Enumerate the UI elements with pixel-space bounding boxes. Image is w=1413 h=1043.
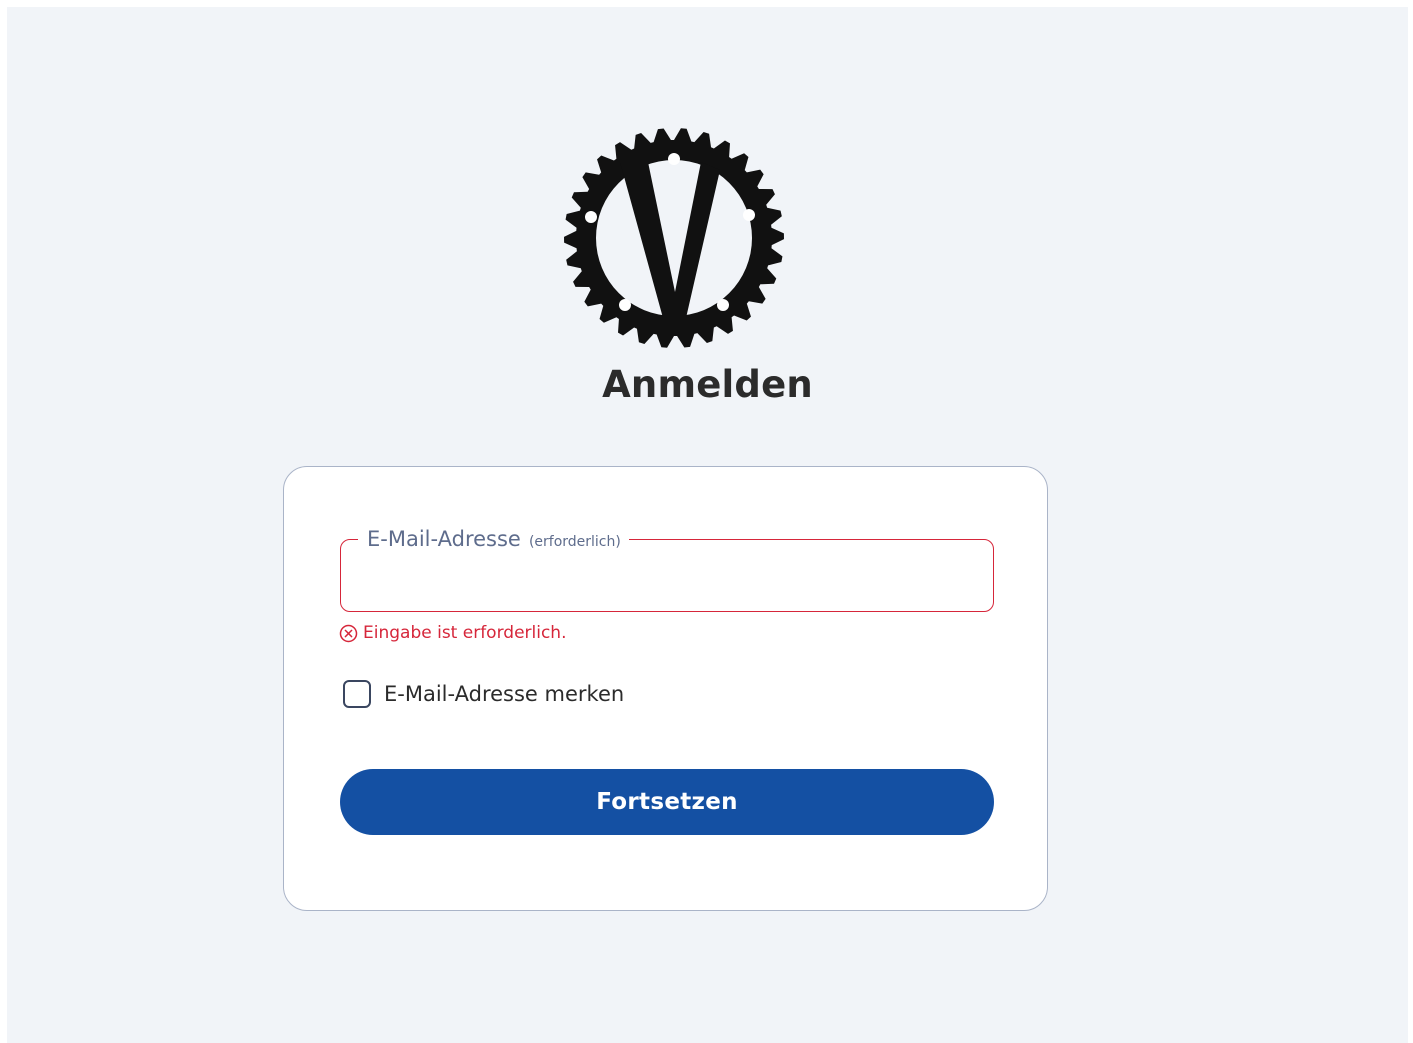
gear-v-logo-icon [558,122,790,354]
remember-email-label[interactable]: E-Mail-Adresse merken [384,682,624,706]
email-field-label: E-Mail-Adresse [367,527,521,551]
email-error-text: Eingabe ist erforderlich. [363,623,567,643]
remember-email-checkbox[interactable] [343,680,371,708]
login-card: E-Mail-Adresse (erforderlich) Eingabe is… [283,466,1048,911]
email-required-hint: (erforderlich) [528,534,621,550]
error-circle-x-icon [339,624,358,643]
email-field[interactable]: E-Mail-Adresse (erforderlich) [340,523,994,612]
login-page: Anmelden E-Mail-Adresse (erforderlich) E… [7,7,1408,1043]
email-field-legend: E-Mail-Adresse (erforderlich) [358,523,629,555]
email-error-message: Eingabe ist erforderlich. [339,621,567,645]
page-title: Anmelden [602,363,813,406]
continue-button[interactable]: Fortsetzen [340,769,994,835]
remember-email-row[interactable]: E-Mail-Adresse merken [343,679,624,709]
email-input[interactable] [361,558,977,596]
